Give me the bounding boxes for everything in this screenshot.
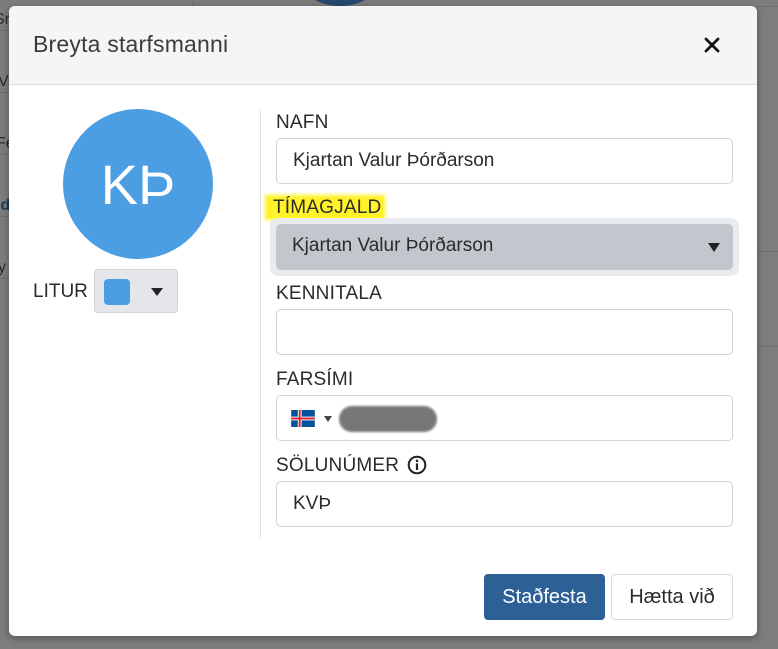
kennitala-input[interactable] [276, 309, 733, 355]
confirm-button[interactable]: Staðfesta [484, 574, 605, 620]
column-divider [260, 109, 261, 539]
redacted-phone-number [339, 406, 437, 432]
caret-down-icon [151, 288, 163, 296]
caret-down-icon [708, 243, 720, 252]
sales-number-input[interactable] [276, 481, 733, 527]
hourly-rate-label: TÍMAGJALD [267, 197, 384, 219]
close-x-icon [704, 37, 720, 53]
name-input[interactable] [276, 138, 733, 184]
name-label: NAFN [276, 112, 329, 133]
mobile-label: FARSÍMI [276, 369, 354, 390]
iceland-flag-icon[interactable] [291, 410, 315, 427]
edit-employee-dialog: Breyta starfsmanni KÞ LITUR NAFN TÍMAGJA… [9, 6, 757, 636]
background-row-line [757, 345, 778, 347]
info-icon[interactable] [407, 455, 427, 475]
color-label: LITUR [33, 281, 88, 302]
country-caret-down-icon[interactable] [324, 416, 332, 422]
close-button[interactable] [697, 30, 727, 60]
hourly-rate-select[interactable]: Kjartan Valur Þórðarson [276, 224, 733, 270]
hourly-rate-label-text: TÍMAGJALD [267, 197, 384, 218]
sales-number-label: SÖLUNÚMER [276, 455, 400, 476]
color-swatch [104, 279, 130, 305]
background-row-line [757, 250, 778, 252]
color-picker-dropdown[interactable] [94, 269, 178, 313]
kennitala-label: KENNITALA [276, 283, 382, 304]
dialog-header: Breyta starfsmanni [9, 6, 757, 85]
hourly-rate-selected-value: Kjartan Valur Þórðarson [292, 235, 494, 256]
hourly-rate-select-focus-ring: Kjartan Valur Þórðarson [270, 218, 739, 276]
dialog-title: Breyta starfsmanni [33, 31, 229, 57]
employee-avatar: KÞ [63, 109, 213, 259]
cancel-button[interactable]: Hætta við [611, 574, 733, 620]
mobile-input[interactable] [276, 395, 733, 441]
background-row-line [757, 0, 778, 7]
